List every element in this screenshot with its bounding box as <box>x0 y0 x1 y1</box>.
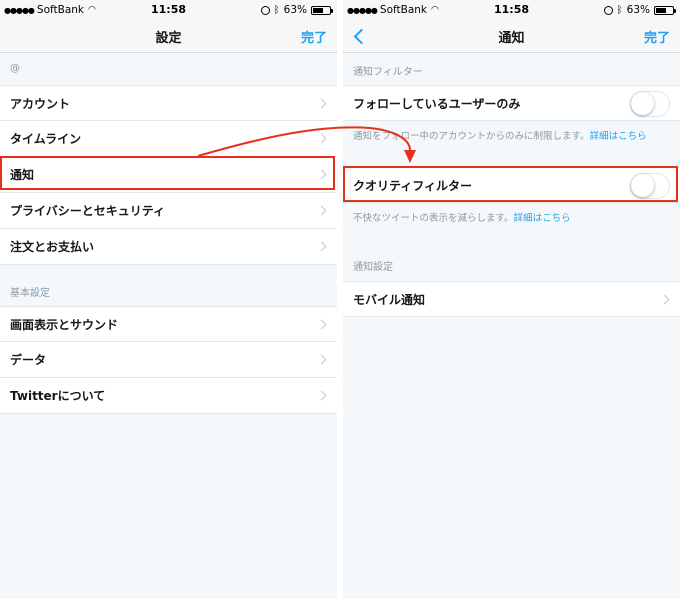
follow-only-label: フォローしているユーザーのみ <box>353 97 521 111</box>
settings-item-label: プライバシーとセキュリティ <box>10 204 166 218</box>
done-button[interactable]: 完了 <box>644 27 670 46</box>
section-header-general: 基本設定 <box>10 288 50 299</box>
settings-item-data[interactable]: データ <box>0 342 337 378</box>
follow-only-row: フォローしているユーザーのみ <box>343 85 680 121</box>
done-button[interactable]: 完了 <box>301 27 327 46</box>
battery-icon <box>654 5 676 15</box>
settings-item-orders[interactable]: 注文とお支払い <box>0 229 337 265</box>
toggle-knob <box>631 92 654 115</box>
settings-item-privacy[interactable]: プライバシーとセキュリティ <box>0 193 337 229</box>
status-bar: ●●●●● SoftBank ◠ 11:58 ᛒ 63% <box>0 0 337 20</box>
settings-item-display-sound[interactable]: 画面表示とサウンド <box>0 306 337 342</box>
settings-item-label: 画面表示とサウンド <box>10 318 119 332</box>
battery-icon <box>311 5 333 15</box>
section-header-notification-filter: 通知フィルター <box>353 67 423 78</box>
settings-item-label: Twitterについて <box>10 389 106 403</box>
nav-bar: 通知 完了 <box>343 20 680 53</box>
chevron-right-icon <box>316 241 327 252</box>
follow-only-description: 通知をフォロー中のアカウントからのみに制限します。詳細はこちら <box>353 131 647 142</box>
rotation-lock-icon <box>603 5 613 15</box>
nav-bar: 設定 完了 <box>0 20 337 53</box>
chevron-right-icon <box>316 354 327 365</box>
settings-item-label: アカウント <box>10 97 71 111</box>
follow-only-toggle[interactable] <box>630 91 670 117</box>
quality-filter-learn-more-link[interactable]: 詳細はこちら <box>514 213 571 224</box>
chevron-right-icon <box>316 390 327 401</box>
chevron-right-icon <box>659 294 670 305</box>
settings-item-label: タイムライン <box>10 132 82 146</box>
settings-item-label: データ <box>10 353 47 367</box>
bluetooth-icon: ᛒ <box>616 4 623 16</box>
section-header-notification-settings: 通知設定 <box>353 262 393 273</box>
mobile-notifications-row[interactable]: モバイル通知 <box>343 281 680 317</box>
page-title: 設定 <box>155 31 182 46</box>
highlight-box-notifications <box>0 156 335 190</box>
highlight-box-quality-filter <box>343 166 678 202</box>
battery-percent: 63% <box>283 4 307 16</box>
notifications-screen: ●●●●● SoftBank ◠ 11:58 ᛒ 63% 通知 完了 通知フィル… <box>343 0 680 599</box>
chevron-right-icon <box>316 133 327 144</box>
chevron-right-icon <box>316 205 327 216</box>
bluetooth-icon: ᛒ <box>273 4 280 16</box>
status-bar: ●●●●● SoftBank ◠ 11:58 ᛒ 63% <box>343 0 680 20</box>
rotation-lock-icon <box>260 5 270 15</box>
settings-item-about[interactable]: Twitterについて <box>0 378 337 414</box>
battery-percent: 63% <box>626 4 650 16</box>
section-header-account: @ <box>10 63 20 74</box>
settings-screen: ●●●●● SoftBank ◠ 11:58 ᛒ 63% 設定 完了 @ アカウ… <box>0 0 337 599</box>
settings-item-timeline[interactable]: タイムライン <box>0 121 337 157</box>
settings-item-label: 注文とお支払い <box>10 240 95 254</box>
mobile-notifications-label: モバイル通知 <box>353 293 426 307</box>
chevron-right-icon <box>316 319 327 330</box>
chevron-right-icon <box>316 98 327 109</box>
settings-item-account[interactable]: アカウント <box>0 85 337 121</box>
follow-only-learn-more-link[interactable]: 詳細はこちら <box>590 131 647 142</box>
page-title: 通知 <box>498 31 525 46</box>
quality-filter-description: 不快なツイートの表示を減らします。詳細はこちら <box>353 213 571 224</box>
